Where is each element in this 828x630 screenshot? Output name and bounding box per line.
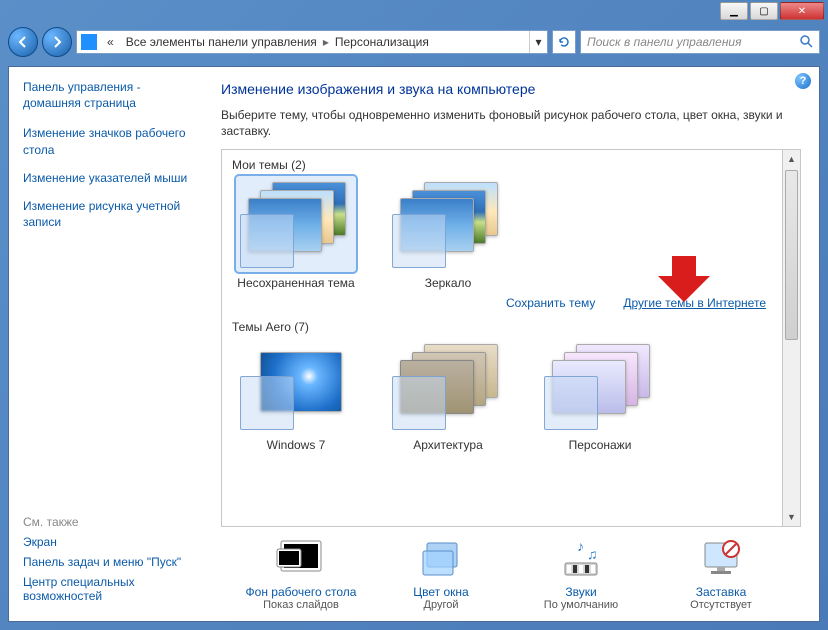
refresh-icon xyxy=(557,35,571,49)
page-title: Изменение изображения и звука на компьют… xyxy=(221,81,801,97)
navigation-bar: « Все элементы панели управления ▸ Персо… xyxy=(8,24,820,60)
setting-sounds[interactable]: ♪♫ Звуки По умолчанию xyxy=(511,537,651,611)
maximize-button[interactable]: ▢ xyxy=(750,2,778,20)
search-input[interactable]: Поиск в панели управления xyxy=(580,30,820,54)
sidebar-seealso-taskbar[interactable]: Панель задач и меню "Пуск" xyxy=(23,555,189,569)
search-icon[interactable] xyxy=(799,34,813,51)
theme-label: Несохраненная тема xyxy=(232,276,360,290)
breadcrumb-prefix[interactable]: « xyxy=(101,35,120,49)
svg-text:♪: ♪ xyxy=(577,538,584,554)
themes-area: Мои темы (2) Несохраненная тема xyxy=(221,149,801,527)
setting-value: Показ слайдов xyxy=(231,599,371,611)
window-color-icon xyxy=(413,537,469,581)
sidebar-seealso-heading: См. также xyxy=(23,515,189,529)
link-more-themes-online[interactable]: Другие темы в Интернете xyxy=(623,296,766,310)
scroll-down-icon[interactable]: ▼ xyxy=(783,508,800,526)
refresh-button[interactable] xyxy=(552,30,576,54)
address-dropdown[interactable]: ▾ xyxy=(529,31,547,53)
screensaver-icon xyxy=(693,537,749,581)
sounds-icon: ♪♫ xyxy=(553,537,609,581)
theme-label: Зеркало xyxy=(384,276,512,290)
window-titlebar: ▁ ▢ ✕ xyxy=(0,0,828,24)
theme-label: Архитектура xyxy=(384,438,512,452)
section-aero-themes: Темы Aero (7) xyxy=(232,320,772,334)
bottom-settings-row: Фон рабочего стола Показ слайдов Цвет ок… xyxy=(221,527,801,611)
forward-button[interactable] xyxy=(42,27,72,57)
scrollbar-thumb[interactable] xyxy=(785,170,798,340)
arrow-right-icon xyxy=(50,35,64,49)
theme-mirror[interactable]: Зеркало xyxy=(384,176,512,290)
setting-value: Отсутствует xyxy=(651,599,791,611)
svg-text:♫: ♫ xyxy=(587,546,598,562)
themes-scrollbar[interactable]: ▲ ▼ xyxy=(783,149,801,527)
sidebar: Панель управления - домашняя страница Из… xyxy=(9,67,203,621)
scroll-up-icon[interactable]: ▲ xyxy=(783,150,800,168)
theme-label: Персонажи xyxy=(536,438,664,452)
setting-window-color[interactable]: Цвет окна Другой xyxy=(371,537,511,611)
control-panel-icon xyxy=(81,34,97,50)
setting-label: Цвет окна xyxy=(371,585,511,599)
setting-label: Заставка xyxy=(651,585,791,599)
search-placeholder: Поиск в панели управления xyxy=(587,35,742,49)
sidebar-seealso-ease-of-access[interactable]: Центр специальных возможностей xyxy=(23,575,189,603)
setting-screensaver[interactable]: Заставка Отсутствует xyxy=(651,537,791,611)
help-icon[interactable]: ? xyxy=(795,73,811,89)
sidebar-task-desktop-icons[interactable]: Изменение значков рабочего стола xyxy=(23,125,189,157)
theme-label: Windows 7 xyxy=(232,438,360,452)
close-button[interactable]: ✕ xyxy=(780,2,824,20)
sidebar-task-mouse-pointers[interactable]: Изменение указателей мыши xyxy=(23,170,189,186)
themes-list: Мои темы (2) Несохраненная тема xyxy=(221,149,783,527)
theme-architecture[interactable]: Архитектура xyxy=(384,338,512,452)
content-area: ? Изменение изображения и звука на компь… xyxy=(203,67,819,621)
main-panel: Панель управления - домашняя страница Из… xyxy=(8,66,820,622)
setting-value: Другой xyxy=(371,599,511,611)
setting-desktop-background[interactable]: Фон рабочего стола Показ слайдов xyxy=(231,537,371,611)
desktop-background-icon xyxy=(273,537,329,581)
theme-unsaved[interactable]: Несохраненная тема xyxy=(232,176,360,290)
setting-label: Фон рабочего стола xyxy=(231,585,371,599)
sidebar-seealso-display[interactable]: Экран xyxy=(23,535,189,549)
section-my-themes: Мои темы (2) xyxy=(232,158,772,172)
arrow-left-icon xyxy=(16,35,30,49)
setting-value: По умолчанию xyxy=(511,599,651,611)
page-description: Выберите тему, чтобы одновременно измени… xyxy=(221,107,801,139)
sidebar-home-link[interactable]: Панель управления - домашняя страница xyxy=(23,79,189,111)
link-save-theme[interactable]: Сохранить тему xyxy=(506,296,595,310)
breadcrumb-item-all[interactable]: Все элементы панели управления xyxy=(120,35,323,49)
setting-label: Звуки xyxy=(511,585,651,599)
minimize-button[interactable]: ▁ xyxy=(720,2,748,20)
back-button[interactable] xyxy=(8,27,38,57)
theme-characters[interactable]: Персонажи xyxy=(536,338,664,452)
breadcrumb-item-personalization[interactable]: Персонализация xyxy=(329,35,435,49)
theme-windows-7[interactable]: Windows 7 xyxy=(232,338,360,452)
sidebar-task-account-picture[interactable]: Изменение рисунка учетной записи xyxy=(23,198,189,230)
address-bar[interactable]: « Все элементы панели управления ▸ Персо… xyxy=(76,30,548,54)
